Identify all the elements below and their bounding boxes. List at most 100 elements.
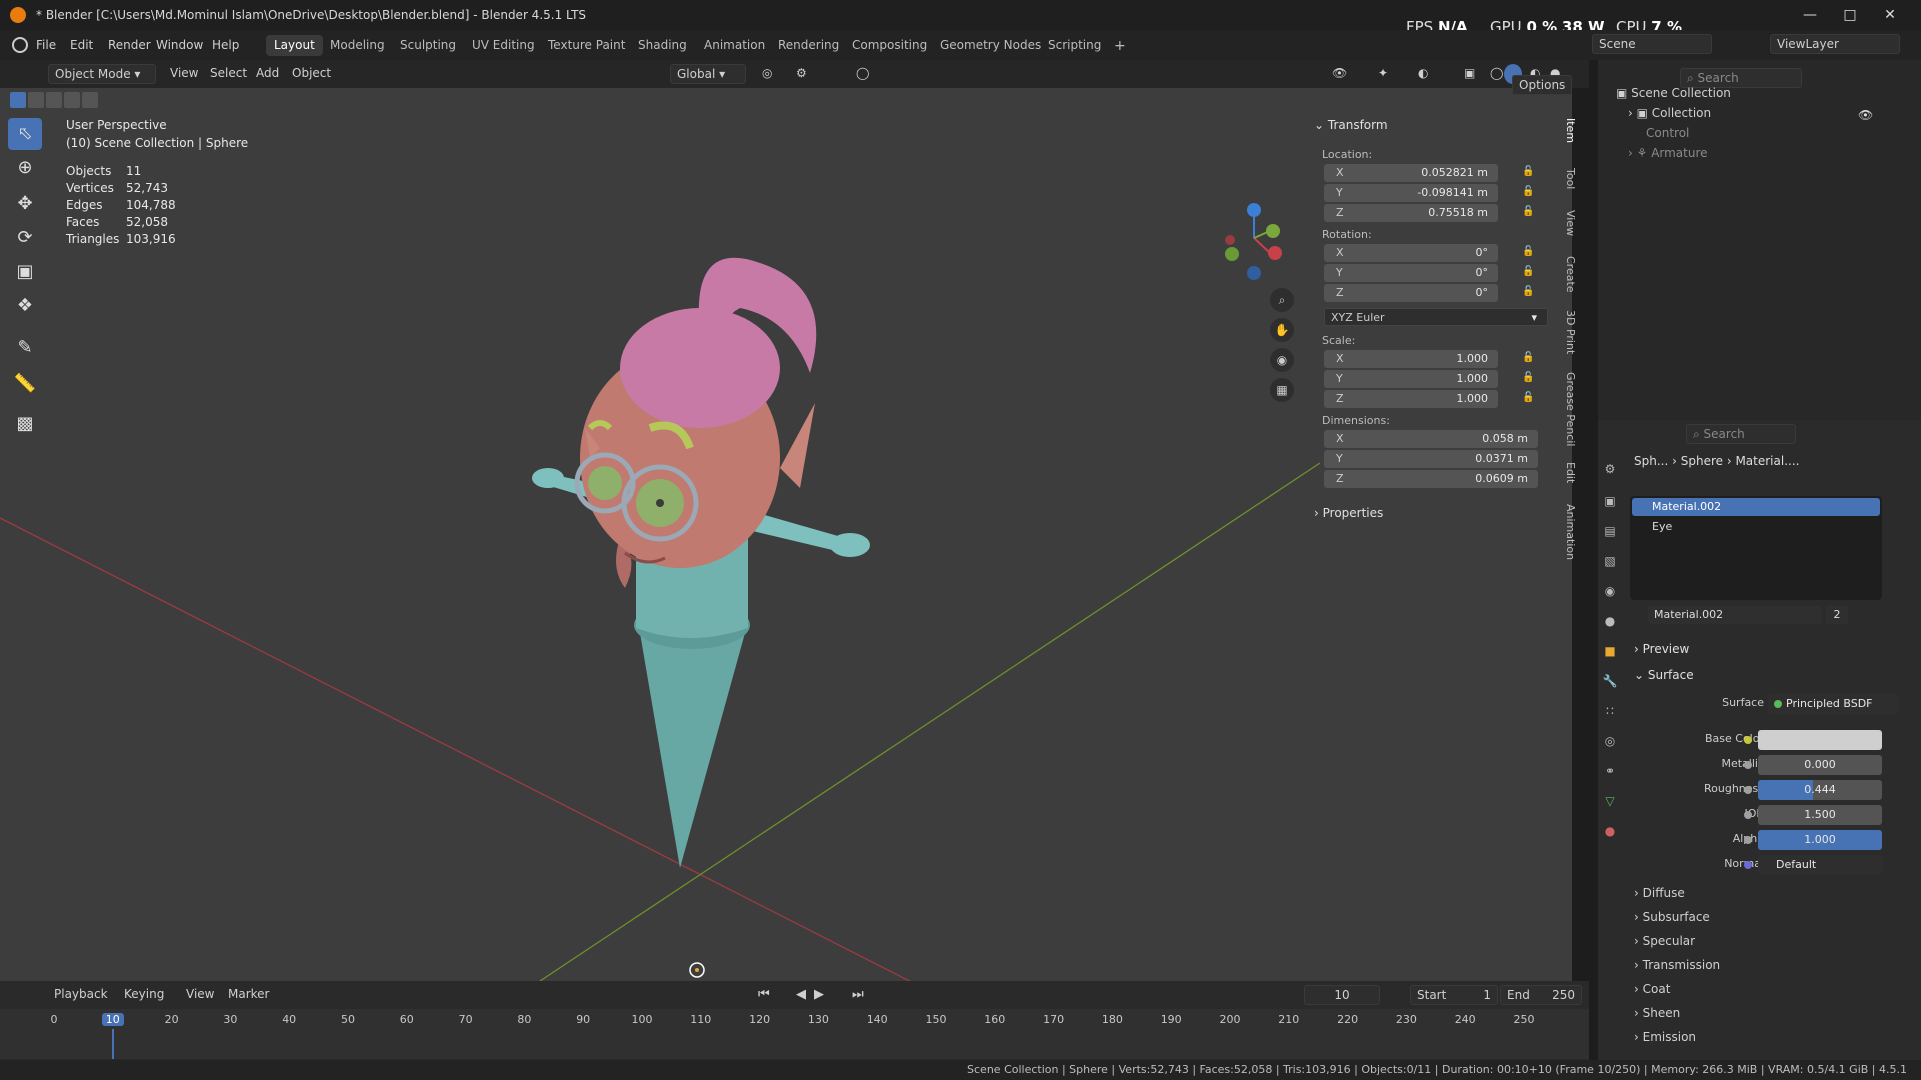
menu-edit[interactable]: Edit: [70, 38, 93, 52]
current-frame-field[interactable]: 10: [1304, 985, 1380, 1005]
add-workspace-icon[interactable]: +: [1106, 35, 1134, 56]
rotation-x-field[interactable]: X 0°: [1324, 244, 1498, 262]
rotate-icon[interactable]: ⟳: [8, 222, 42, 254]
overlay-icon[interactable]: ◐: [1412, 64, 1434, 84]
outliner-row-armature[interactable]: › ⚘ Armature: [1598, 146, 1921, 166]
orientation-selector[interactable]: Global ▾: [670, 64, 746, 84]
scene-selector[interactable]: Scene: [1592, 34, 1712, 54]
rotation-z-field[interactable]: Z 0°: [1324, 284, 1498, 302]
surface-header[interactable]: ⌄ Surface: [1634, 668, 1694, 682]
tab-modeling[interactable]: Modeling: [322, 35, 393, 56]
tab-3d-print[interactable]: 3D Print: [1564, 310, 1577, 354]
outliner-row-scene-collection[interactable]: ▣ Scene Collection: [1598, 86, 1921, 106]
select-box-icon[interactable]: ⬁: [8, 118, 42, 150]
transmission-subpanel[interactable]: › Transmission: [1634, 958, 1720, 972]
coat-subpanel[interactable]: › Coat: [1634, 982, 1670, 996]
move-icon[interactable]: ✥: [8, 188, 42, 220]
xray-icon[interactable]: ▣: [1458, 64, 1481, 84]
lock-icon[interactable]: 🔓: [1522, 372, 1536, 386]
zoom-icon[interactable]: ⌕: [1270, 288, 1294, 312]
properties-header[interactable]: › Properties: [1314, 506, 1383, 520]
preview-header[interactable]: › Preview: [1634, 642, 1689, 656]
data-icon[interactable]: ▽: [1602, 794, 1618, 810]
outliner-row-control[interactable]: Control: [1598, 126, 1921, 146]
sheen-subpanel[interactable]: › Sheen: [1634, 1006, 1680, 1020]
slot-eye[interactable]: Eye: [1632, 518, 1880, 536]
view-layer-icon[interactable]: ▧: [1602, 554, 1618, 570]
tab-item[interactable]: Item: [1564, 118, 1577, 143]
roughness-field[interactable]: 0.444: [1758, 780, 1882, 800]
users-count[interactable]: 2: [1826, 606, 1848, 624]
scale-z-field[interactable]: Z 1.000: [1324, 390, 1498, 408]
lock-icon[interactable]: 🔓: [1522, 206, 1536, 220]
tab-animation[interactable]: Animation: [696, 35, 773, 56]
dimension-x-field[interactable]: X 0.058 m: [1324, 430, 1538, 448]
material-name-field[interactable]: Material.002: [1648, 606, 1822, 624]
menu-window[interactable]: Window: [156, 38, 203, 52]
view-layer-selector[interactable]: ViewLayer: [1770, 34, 1900, 54]
location-y-field[interactable]: Y -0.098141 m: [1324, 184, 1498, 202]
menu-render[interactable]: Render: [108, 38, 151, 52]
menu-view-timeline[interactable]: View: [180, 985, 220, 1005]
location-x-field[interactable]: X 0.052821 m: [1324, 164, 1498, 182]
tab-uv-editing[interactable]: UV Editing: [464, 35, 543, 56]
end-frame-field[interactable]: End 250: [1500, 985, 1582, 1005]
select-invert-icon[interactable]: [64, 92, 80, 108]
jump-start-icon[interactable]: ⏮: [752, 985, 776, 1005]
tab-geometry-nodes[interactable]: Geometry Nodes: [932, 35, 1049, 56]
tool-settings-icon[interactable]: ⚙: [1602, 462, 1618, 478]
scale-x-field[interactable]: X 1.000: [1324, 350, 1498, 368]
menu-marker[interactable]: Marker: [222, 985, 275, 1005]
menu-keying[interactable]: Keying: [118, 985, 170, 1005]
menu-view[interactable]: View: [164, 64, 204, 84]
alpha-field[interactable]: 1.000: [1758, 830, 1882, 850]
physics-icon[interactable]: ◎: [1602, 734, 1618, 750]
outliner-search[interactable]: ⌕ Search: [1680, 68, 1802, 88]
select-new-icon[interactable]: [10, 92, 26, 108]
blender-menu-icon[interactable]: [12, 37, 28, 53]
normal-field[interactable]: Default: [1758, 855, 1882, 875]
particles-icon[interactable]: ∷: [1602, 704, 1618, 720]
pivot-icon[interactable]: ◎: [756, 64, 778, 84]
dimension-y-field[interactable]: Y 0.0371 m: [1324, 450, 1538, 468]
menu-object[interactable]: Object: [286, 64, 337, 84]
annotate-icon[interactable]: ✎: [8, 332, 42, 364]
scale-icon[interactable]: ▣: [8, 256, 42, 288]
tab-view[interactable]: View: [1564, 210, 1577, 236]
specular-subpanel[interactable]: › Specular: [1634, 934, 1695, 948]
object-icon[interactable]: ■: [1602, 644, 1618, 660]
menu-file[interactable]: File: [36, 38, 56, 52]
tab-scripting[interactable]: Scripting: [1040, 35, 1109, 56]
tab-rendering[interactable]: Rendering: [770, 35, 847, 56]
playhead[interactable]: [111, 1029, 114, 1059]
tab-shading[interactable]: Shading: [630, 35, 695, 56]
lock-icon[interactable]: 🔓: [1522, 392, 1536, 406]
visibility-eye-icon[interactable]: 👁: [1858, 108, 1873, 122]
close-button[interactable]: ✕: [1870, 4, 1910, 26]
maximize-button[interactable]: □: [1830, 4, 1870, 26]
surface-shader-field[interactable]: Principled BSDF: [1768, 694, 1898, 714]
pan-hand-icon[interactable]: ✋: [1270, 318, 1294, 342]
tab-tool[interactable]: Tool: [1564, 168, 1577, 189]
lock-icon[interactable]: 🔓: [1522, 186, 1536, 200]
dimension-z-field[interactable]: Z 0.0609 m: [1324, 470, 1538, 488]
measure-icon[interactable]: 📏: [8, 368, 42, 400]
tab-edit[interactable]: Edit: [1564, 462, 1577, 483]
world-icon[interactable]: ●: [1602, 614, 1618, 630]
emission-subpanel[interactable]: › Emission: [1634, 1030, 1696, 1044]
ior-field[interactable]: 1.500: [1758, 805, 1882, 825]
frame-ruler[interactable]: 0 10 20 30 40 50 60 70 80 90 100 110 120 130 140 150 160…: [0, 1009, 1589, 1059]
properties-search[interactable]: ⌕ Search: [1686, 424, 1796, 444]
options-button[interactable]: Options: [1512, 75, 1573, 95]
tab-compositing[interactable]: Compositing: [844, 35, 935, 56]
lock-icon[interactable]: 🔓: [1522, 266, 1536, 280]
add-cube-icon[interactable]: ▩: [8, 408, 42, 440]
camera-icon[interactable]: ◉: [1270, 348, 1294, 372]
subsurface-subpanel[interactable]: › Subsurface: [1634, 910, 1710, 924]
lock-icon[interactable]: 🔓: [1522, 352, 1536, 366]
minimize-button[interactable]: —: [1790, 4, 1830, 26]
tab-texture-paint[interactable]: Texture Paint: [540, 35, 633, 56]
mode-selector[interactable]: Object Mode ▾: [48, 64, 156, 84]
output-icon[interactable]: ▤: [1602, 524, 1618, 540]
slot-material-002[interactable]: Material.002: [1632, 498, 1880, 516]
